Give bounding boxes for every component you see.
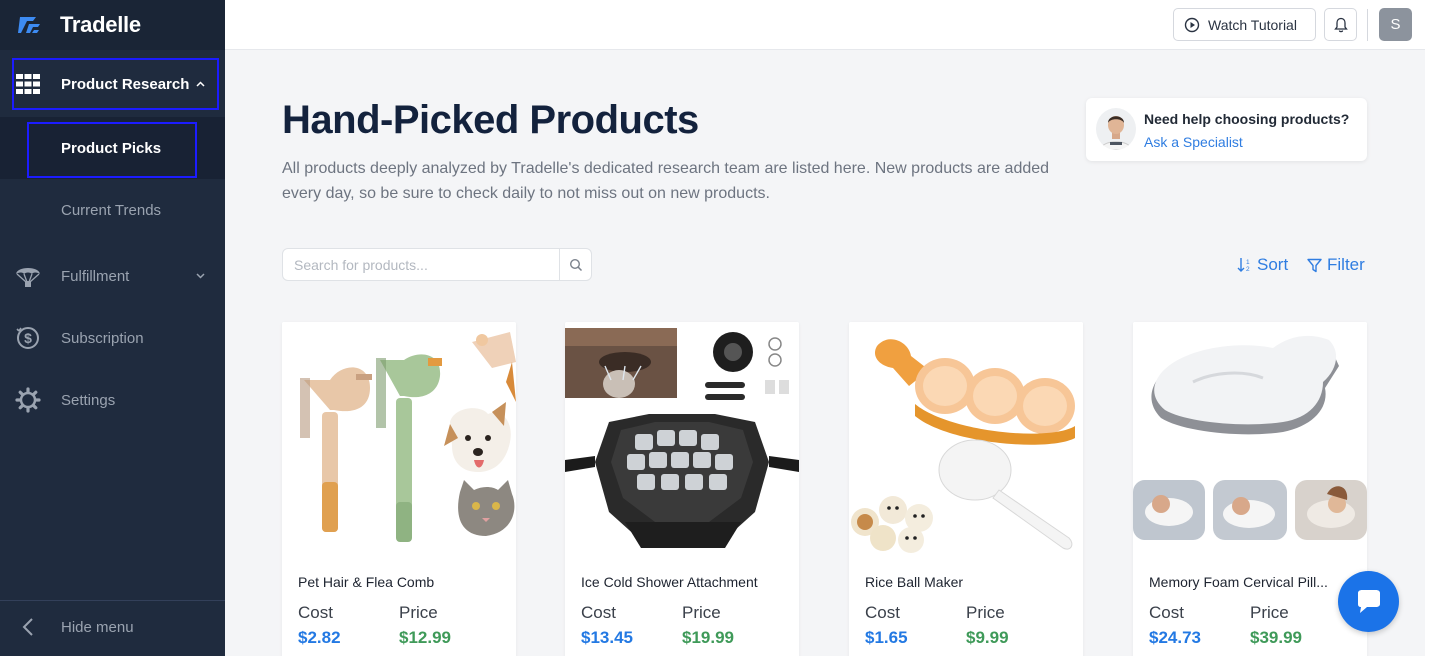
sidebar-item-subscription[interactable]: $ Subscription bbox=[0, 324, 225, 352]
page-description: All products deeply analyzed by Tradelle… bbox=[282, 160, 1050, 202]
brand-name: Tradelle bbox=[60, 12, 141, 37]
cost-value: $2.82 bbox=[298, 628, 341, 647]
cost-value: $24.73 bbox=[1149, 628, 1201, 647]
price-label: Price bbox=[399, 603, 438, 622]
price-label: Price bbox=[682, 603, 721, 622]
cost-value: $13.45 bbox=[581, 628, 633, 647]
product-card[interactable]: Pet Hair & Flea Comb Cost Price $2.82 $1… bbox=[282, 322, 516, 656]
user-avatar[interactable]: S bbox=[1379, 8, 1412, 41]
product-search bbox=[282, 248, 592, 281]
price-value: $12.99 bbox=[399, 628, 451, 647]
product-card[interactable]: Ice Cold Shower Attachment Cost Price $1… bbox=[565, 322, 799, 656]
product-image bbox=[282, 322, 516, 557]
sidebar-item-settings[interactable]: Settings bbox=[0, 386, 225, 414]
sidebar-item-current-trends[interactable]: Current Trends bbox=[61, 202, 161, 219]
brand[interactable]: Tradelle bbox=[0, 0, 225, 50]
specialist-avatar bbox=[1096, 108, 1136, 150]
sidebar-item-label: Subscription bbox=[61, 329, 144, 347]
product-name: Rice Ball Maker bbox=[865, 574, 964, 590]
product-image bbox=[849, 322, 1083, 557]
chat-button[interactable] bbox=[1338, 571, 1399, 632]
highlight-box bbox=[12, 58, 219, 110]
search-button[interactable] bbox=[559, 249, 592, 280]
divider bbox=[1367, 9, 1368, 41]
product-name: Memory Foam Cervical Pill... bbox=[1149, 574, 1328, 590]
product-name: Pet Hair & Flea Comb bbox=[298, 574, 435, 590]
search-icon bbox=[569, 258, 583, 271]
cost-label: Cost bbox=[581, 603, 616, 622]
price-value: $9.99 bbox=[966, 628, 1009, 647]
watch-tutorial-button[interactable]: Watch Tutorial bbox=[1173, 8, 1316, 41]
page-title: Hand-Picked Products bbox=[282, 98, 699, 142]
help-card: Need help choosing products? Ask a Speci… bbox=[1086, 98, 1367, 161]
sort-icon: 1 2 bbox=[1237, 258, 1250, 273]
sidebar-item-label: Fulfillment bbox=[61, 267, 130, 285]
sort-button[interactable]: 1 2 Sort bbox=[1237, 255, 1288, 275]
svg-text:1: 1 bbox=[1246, 259, 1250, 266]
chevron-left-icon bbox=[15, 614, 41, 640]
price-value: $39.99 bbox=[1250, 628, 1302, 647]
chat-icon bbox=[1357, 589, 1380, 613]
hide-menu-button[interactable]: Hide menu bbox=[0, 614, 225, 640]
highlight-box bbox=[27, 122, 197, 178]
product-image bbox=[1133, 322, 1367, 557]
tradelle-logo-icon bbox=[18, 17, 40, 33]
filter-label: Filter bbox=[1327, 255, 1365, 274]
dollar-circle-icon: $ bbox=[15, 325, 41, 351]
product-image bbox=[565, 322, 799, 557]
filter-icon bbox=[1307, 258, 1322, 272]
topbar: Watch Tutorial S bbox=[225, 0, 1425, 50]
scrollbar[interactable] bbox=[1425, 0, 1430, 656]
cost-label: Cost bbox=[1149, 603, 1184, 622]
play-circle-icon bbox=[1184, 17, 1200, 32]
product-name: Ice Cold Shower Attachment bbox=[581, 574, 758, 590]
sidebar-item-fulfillment[interactable]: Fulfillment bbox=[0, 262, 225, 290]
search-input[interactable] bbox=[283, 249, 559, 280]
svg-text:$: $ bbox=[24, 330, 32, 346]
price-value: $19.99 bbox=[682, 628, 734, 647]
chevron-down-icon bbox=[196, 270, 205, 282]
gear-icon bbox=[15, 387, 41, 413]
parachute-icon bbox=[15, 263, 41, 289]
cost-label: Cost bbox=[865, 603, 900, 622]
hide-menu-label: Hide menu bbox=[61, 618, 134, 636]
product-card[interactable]: Memory Foam Cervical Pill... Cost Price … bbox=[1133, 322, 1367, 656]
price-label: Price bbox=[1250, 603, 1289, 622]
notifications-button[interactable] bbox=[1324, 8, 1357, 41]
price-label: Price bbox=[966, 603, 1005, 622]
ask-specialist-link[interactable]: Ask a Specialist bbox=[1144, 134, 1243, 150]
svg-text:2: 2 bbox=[1246, 266, 1250, 273]
help-title: Need help choosing products? bbox=[1144, 111, 1350, 127]
divider bbox=[0, 600, 225, 601]
cost-label: Cost bbox=[298, 603, 333, 622]
watch-tutorial-label: Watch Tutorial bbox=[1208, 16, 1297, 33]
product-card[interactable]: Rice Ball Maker Cost Price $1.65 $9.99 bbox=[849, 322, 1083, 656]
bell-icon bbox=[1333, 17, 1348, 32]
filter-button[interactable]: Filter bbox=[1307, 255, 1365, 275]
cost-value: $1.65 bbox=[865, 628, 908, 647]
sidebar: Tradelle Product Research Product Picks … bbox=[0, 0, 225, 656]
sort-label: Sort bbox=[1257, 255, 1289, 274]
sidebar-item-label: Settings bbox=[61, 391, 116, 409]
